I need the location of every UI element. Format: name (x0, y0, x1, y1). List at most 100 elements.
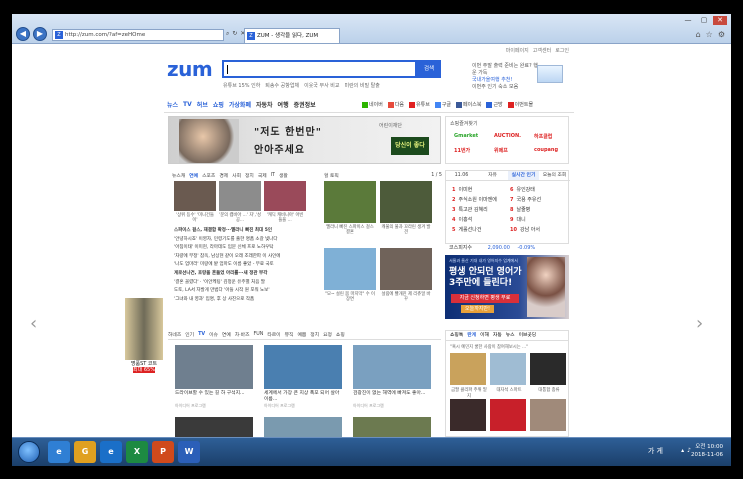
photo-caption[interactable]: 설림에 빨개진 제 리츄얼 바꾸 (380, 292, 432, 302)
news-headline[interactable]: 도토, LA서 자발게 만범다 '아들 시작 원 포워 노보' (174, 287, 270, 293)
news-thumbnail[interactable] (174, 181, 216, 211)
gear-icon[interactable]: ⚙ (718, 30, 725, 39)
news-tab[interactable]: 정치 (245, 172, 254, 179)
content-thumbnail[interactable] (264, 417, 342, 437)
news-headline[interactable]: '차량에 부정' 참옥, 남상현 같이 오래 조래한파 이 사인에 (174, 253, 280, 259)
shopping-item-image[interactable] (450, 399, 486, 431)
news-thumb-caption[interactable]: '캐딕 캐비니아' 아빈 들을 ... (264, 213, 306, 223)
taskbar-app-icon[interactable]: P (152, 441, 174, 463)
news-thumbnail[interactable] (219, 181, 261, 211)
content-tab[interactable]: 요정 (323, 331, 332, 338)
clock[interactable]: 오전 10:00 2018-11-06 (691, 443, 723, 459)
close-button[interactable]: ✕ (713, 16, 727, 25)
service-link[interactable]: 이번트몰 (507, 101, 533, 108)
content-caption[interactable]: 검광진이 없는 해역에 빠져도 좋아... (353, 391, 433, 397)
content-tab[interactable]: 예쁨 (297, 331, 306, 338)
shopping-item-caption[interactable]: 금팔 클리파 주위 밑지 (450, 387, 488, 399)
news-tab[interactable]: 경제 (219, 172, 228, 179)
nav-shopping[interactable]: 쇼핑 (213, 100, 224, 109)
content-tab[interactable]: TV (198, 332, 205, 337)
shopping-item-image[interactable] (530, 353, 566, 385)
keyword-link[interactable]: 미란의 비밀 탈출 (344, 82, 379, 89)
shopping-item-caption[interactable]: 대자석 스마트 (490, 387, 528, 393)
english-ad[interactable]: 서울과 울산 기대 내가 영어지수 업계에서 평생 안되던 영어가 3주만에 들린… (445, 255, 569, 319)
language-indicator[interactable]: 가 게 (648, 446, 663, 456)
news-thumbnail[interactable] (264, 181, 306, 211)
ranking-tab[interactable]: 오늘의 조회 (539, 171, 570, 181)
photo-thumbnail[interactable] (324, 248, 376, 290)
news-headline[interactable]: 게로선나건, 호랑을 흔들었 아리를···새 정관 부각 (174, 270, 267, 276)
tab-zum[interactable]: Z ZUM - 생각을 읽다, ZUM (244, 28, 340, 43)
content-thumbnail[interactable] (175, 417, 253, 437)
content-tab[interactable]: 이슈 (209, 331, 218, 338)
service-link[interactable]: 근방 (486, 101, 503, 108)
taskbar-app-icon[interactable]: e (100, 441, 122, 463)
promo-image[interactable] (537, 65, 563, 83)
ranking-tab[interactable]: 실시간 인기 (508, 171, 539, 181)
news-tab[interactable]: 사회 (232, 172, 241, 179)
content-tab[interactable]: 하네즈 (168, 331, 181, 338)
content-tab[interactable]: 차·바즈 (235, 331, 250, 338)
shopping-link[interactable]: Gmarket (454, 133, 478, 139)
shopping-talk-tab[interactable]: 란게 (467, 331, 476, 340)
service-link[interactable]: 다음 (387, 101, 404, 108)
ranking-item[interactable]: 8 날줄병 (510, 206, 530, 213)
forward-icon[interactable]: ▶ (33, 27, 47, 41)
service-link[interactable]: 구글 (434, 101, 451, 108)
content-thumbnail[interactable] (175, 345, 253, 389)
taskbar-app-icon[interactable]: G (74, 441, 96, 463)
nav-tv[interactable]: TV (183, 101, 192, 108)
news-tab[interactable]: 국제 (258, 172, 267, 179)
search-button[interactable]: 검색 (417, 60, 441, 78)
content-thumbnail[interactable] (353, 417, 431, 437)
photo-thumbnail[interactable] (380, 181, 432, 223)
taskbar-app-icon[interactable]: X (126, 441, 148, 463)
ranking-item[interactable]: 5 게롤선나건 (452, 226, 482, 233)
content-caption[interactable]: 드라이브할 수 있는 길 하 구석지... (175, 391, 255, 397)
news-tab[interactable]: 뉴스캐 (172, 172, 185, 179)
stock-ticker[interactable]: 코스피지수 2,090.00 -0.09% (445, 243, 569, 253)
photo-caption[interactable]: "모~ 설린 몸 마지막" 수 이 장면 (324, 292, 376, 302)
content-tab[interactable]: 타르이 (267, 331, 280, 338)
ranking-item[interactable]: 1 이미현 (452, 186, 472, 193)
shopping-link[interactable]: 11번가 (454, 147, 470, 154)
news-headline[interactable]: 스파이스 걸스, 재결합 확정···멜라니 빠진 최대 5인 (174, 227, 272, 233)
content-tab[interactable]: 연예 (222, 331, 231, 338)
shopping-talk-tab[interactable]: 자동 (493, 331, 502, 340)
search-input[interactable] (222, 60, 417, 78)
nav-hub[interactable]: 허브 (197, 100, 208, 109)
shopping-link[interactable]: 하프클럽 (534, 133, 552, 140)
shopping-item-caption[interactable]: 대통합 종류 (530, 387, 568, 393)
service-link[interactable]: 페이스북 (456, 101, 481, 108)
keyword-link[interactable]: 이웃국 부사 비교 (304, 82, 339, 89)
shopping-talk-tab[interactable]: 뉴스 (506, 331, 515, 340)
news-tab[interactable]: 생활 (279, 172, 288, 179)
zum-logo[interactable]: zum (167, 57, 213, 81)
photo-thumbnail[interactable] (380, 248, 432, 290)
network-icon[interactable]: ▴ (681, 447, 684, 454)
content-tab[interactable]: 쇼핑 (336, 331, 345, 338)
minimize-button[interactable]: — (681, 16, 695, 25)
shopping-item-image[interactable] (490, 399, 526, 431)
keyword-link[interactable]: 유튜브 15% 인하 (223, 82, 260, 89)
ranking-tab[interactable]: 자유 (477, 171, 508, 181)
keyword-link[interactable]: 퇴송수 공항업체 (265, 82, 299, 89)
nav-stock[interactable]: 증권정보 (294, 100, 316, 109)
shopping-link[interactable]: coupang (534, 147, 558, 153)
news-headline[interactable]: '안녕하시죠' 이영자, 민령기도를 출한 명품 소갈 빛나다 (174, 236, 278, 242)
ranking-item[interactable]: 6 유인강태 (510, 186, 535, 193)
news-tab[interactable]: 연예 (189, 172, 198, 179)
news-thumb-caption[interactable]: '문의 캠비아 ...' 자','성공... (219, 213, 261, 223)
taskbar-app-icon[interactable]: W (178, 441, 200, 463)
nav-car[interactable]: 자동차 (256, 100, 273, 109)
content-thumbnail[interactable] (353, 345, 431, 389)
content-thumbnail[interactable] (264, 345, 342, 389)
promo-text[interactable]: 이번 주말 출력 준비는 완료? 행운 가득 국내가을여행 추천! 이번주 인기… (472, 63, 542, 91)
coat-ad-caption[interactable]: 명품ST 코트 최대 65% (125, 361, 163, 373)
content-tab[interactable]: 인기 (185, 331, 194, 338)
shopping-link[interactable]: 위메프 (494, 147, 508, 154)
news-headline[interactable]: '아침이태' 이미현, 라마데도 입문 신체 프로 노하우탁 (174, 244, 273, 250)
news-tab[interactable]: 스포츠 (202, 172, 215, 179)
content-tab[interactable]: 정치 (310, 331, 319, 338)
shopping-item-image[interactable] (450, 353, 486, 385)
